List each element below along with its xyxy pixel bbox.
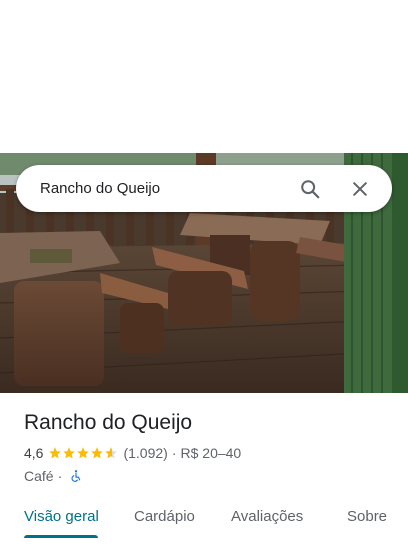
- star-icon: [63, 447, 76, 459]
- rating-row[interactable]: 4,6 (1.092) · R$ 20–40: [24, 443, 394, 463]
- category-row: Café ·: [24, 466, 394, 486]
- star-icon: [49, 447, 62, 459]
- map-area: [0, 0, 408, 153]
- place-category[interactable]: Café: [24, 468, 54, 484]
- tab-reviews[interactable]: Avaliações: [231, 496, 303, 536]
- review-count[interactable]: (1.092): [123, 445, 167, 461]
- search-button[interactable]: [292, 171, 328, 207]
- place-tabs: Visão geral Cardápio Avaliações Sobre: [0, 496, 408, 538]
- active-tab-indicator: [24, 535, 98, 538]
- star-icon: [91, 447, 104, 459]
- star-rating: [48, 446, 118, 460]
- search-bar[interactable]: Rancho do Queijo: [16, 165, 392, 212]
- close-icon: [353, 181, 367, 196]
- star-icon: [77, 447, 90, 459]
- separator: ·: [57, 468, 63, 484]
- tab-about[interactable]: Sobre: [347, 496, 387, 536]
- search-input[interactable]: Rancho do Queijo: [40, 180, 292, 197]
- place-title: Rancho do Queijo: [24, 411, 193, 434]
- rating-value: 4,6: [24, 445, 44, 461]
- tab-overview[interactable]: Visão geral: [24, 496, 99, 536]
- tab-menu[interactable]: Cardápio: [134, 496, 195, 536]
- price-range: R$ 20–40: [180, 445, 242, 461]
- wheelchair-icon: [69, 469, 83, 483]
- star-half-icon: [105, 447, 118, 459]
- separator: ·: [171, 445, 177, 461]
- close-button[interactable]: [342, 171, 378, 207]
- search-icon: [301, 179, 320, 198]
- place-info: Rancho do Queijo 4,6 (1.092) · R$ 20–40 …: [24, 408, 394, 486]
